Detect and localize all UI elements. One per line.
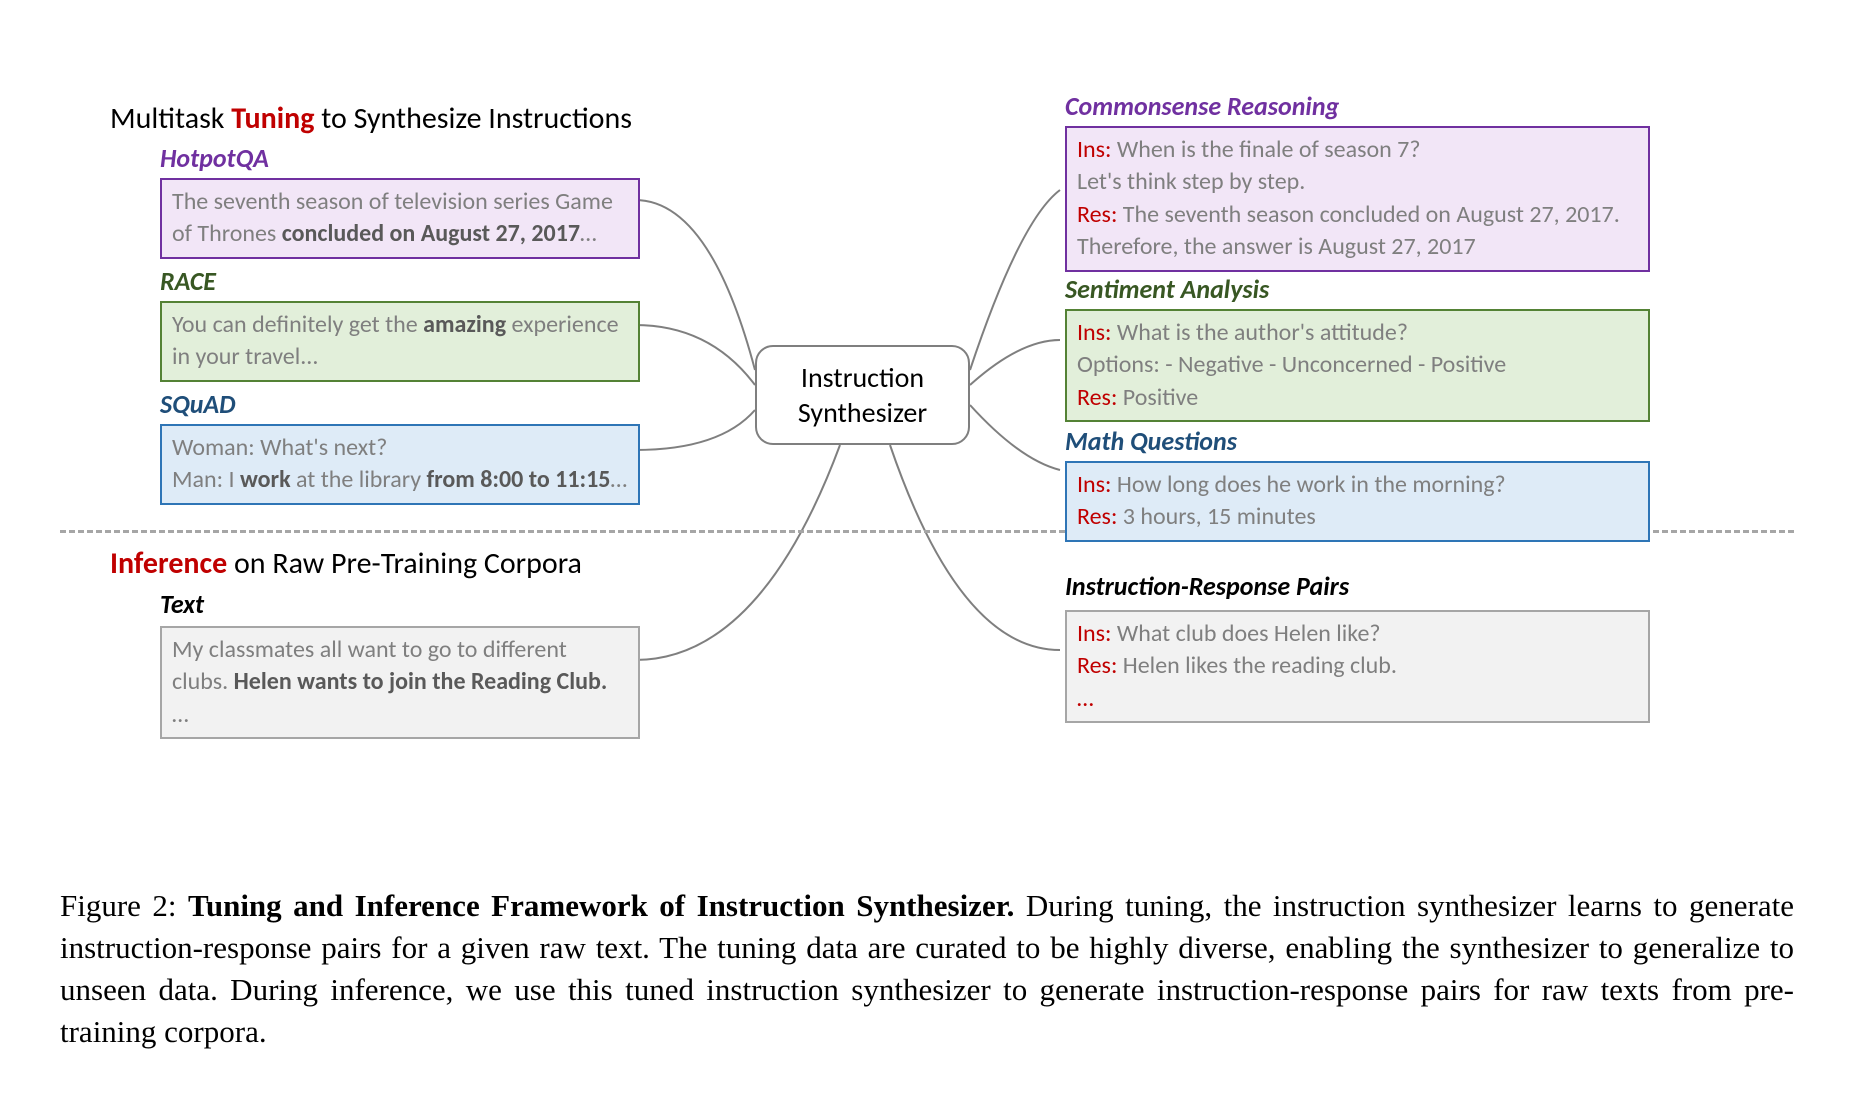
box-text: My classmates all want to go to differen… bbox=[160, 626, 640, 739]
title-inference: Inference on Raw Pre-Training Corpora bbox=[110, 545, 582, 582]
instruction-synthesizer-node: Instruction Synthesizer bbox=[755, 345, 970, 445]
label-sentiment: Sentiment Analysis bbox=[1065, 273, 1269, 305]
label-text: Text bbox=[160, 588, 204, 620]
box-pairs: Ins: What club does Helen like? Res: Hel… bbox=[1065, 610, 1650, 723]
label-math: Math Questions bbox=[1065, 425, 1237, 457]
label-commonsense: Commonsense Reasoning bbox=[1065, 90, 1339, 122]
box-squad: Woman: What's next? Man: I work at the l… bbox=[160, 424, 640, 505]
box-hotpotqa: The seventh season of television series … bbox=[160, 178, 640, 259]
label-squad: SQuAD bbox=[160, 388, 236, 420]
box-math: Ins: How long does he work in the mornin… bbox=[1065, 461, 1650, 542]
label-race: RACE bbox=[160, 265, 216, 297]
center-line1: Instruction bbox=[801, 360, 924, 395]
title-multitask: Multitask Tuning to Synthesize Instructi… bbox=[110, 100, 632, 137]
box-race: You can definitely get the amazing exper… bbox=[160, 301, 640, 382]
diagram-container: Multitask Tuning to Synthesize Instructi… bbox=[60, 40, 1794, 860]
label-pairs: Instruction-Response Pairs bbox=[1065, 570, 1349, 602]
box-sentiment: Ins: What is the author's attitude? Opti… bbox=[1065, 309, 1650, 422]
figure-caption: Figure 2: Tuning and Inference Framework… bbox=[60, 885, 1794, 1052]
label-hotpotqa: HotpotQA bbox=[160, 142, 269, 174]
center-line2: Synthesizer bbox=[798, 395, 927, 430]
box-commonsense: Ins: When is the finale of season 7? Let… bbox=[1065, 126, 1650, 272]
